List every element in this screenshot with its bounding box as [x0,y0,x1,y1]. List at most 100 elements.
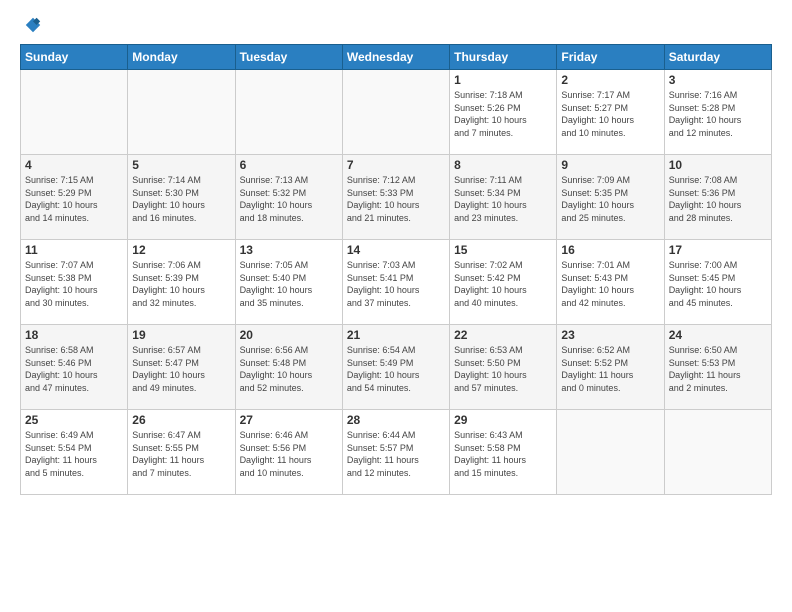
day-info: Sunrise: 7:16 AM Sunset: 5:28 PM Dayligh… [669,89,767,139]
day-number: 10 [669,158,767,172]
day-number: 8 [454,158,552,172]
col-thursday: Thursday [450,45,557,70]
day-info: Sunrise: 7:02 AM Sunset: 5:42 PM Dayligh… [454,259,552,309]
day-number: 4 [25,158,123,172]
day-number: 23 [561,328,659,342]
calendar-cell [128,70,235,155]
day-number: 13 [240,243,338,257]
day-info: Sunrise: 7:01 AM Sunset: 5:43 PM Dayligh… [561,259,659,309]
day-number: 19 [132,328,230,342]
day-info: Sunrise: 6:49 AM Sunset: 5:54 PM Dayligh… [25,429,123,479]
day-info: Sunrise: 7:12 AM Sunset: 5:33 PM Dayligh… [347,174,445,224]
day-number: 11 [25,243,123,257]
day-info: Sunrise: 7:17 AM Sunset: 5:27 PM Dayligh… [561,89,659,139]
day-number: 26 [132,413,230,427]
week-row-3: 11Sunrise: 7:07 AM Sunset: 5:38 PM Dayli… [21,240,772,325]
calendar-cell: 2 Sunrise: 7:17 AM Sunset: 5:27 PM Daylig… [557,70,664,155]
calendar-cell: 18 Sunrise: 6:58 AM Sunset: 5:46 PM Dayli… [21,325,128,410]
day-number: 20 [240,328,338,342]
day-info: Sunrise: 7:14 AM Sunset: 5:30 PM Dayligh… [132,174,230,224]
logo-icon [24,16,42,34]
day-number: 15 [454,243,552,257]
day-number: 9 [561,158,659,172]
day-info: Sunrise: 7:15 AM Sunset: 5:29 PM Dayligh… [25,174,123,224]
calendar-cell: 13 Sunrise: 7:05 AM Sunset: 5:40 PM Dayli… [235,240,342,325]
calendar-cell [235,70,342,155]
calendar-cell: 24 Sunrise: 6:50 AM Sunset: 5:53 PM Dayli… [664,325,771,410]
day-number: 24 [669,328,767,342]
day-number: 1 [454,73,552,87]
day-number: 21 [347,328,445,342]
calendar-cell: 27 Sunrise: 6:46 AM Sunset: 5:56 PM Dayli… [235,410,342,495]
day-number: 14 [347,243,445,257]
calendar-cell: 23Sunrise: 6:52 AM Sunset: 5:52 PM Dayli… [557,325,664,410]
day-info: Sunrise: 6:47 AM Sunset: 5:55 PM Dayligh… [132,429,230,479]
day-info: Sunrise: 6:58 AM Sunset: 5:46 PM Dayligh… [25,344,123,394]
week-row-5: 25 Sunrise: 6:49 AM Sunset: 5:54 PM Dayli… [21,410,772,495]
calendar-cell: 11Sunrise: 7:07 AM Sunset: 5:38 PM Dayli… [21,240,128,325]
calendar-cell: 6Sunrise: 7:13 AM Sunset: 5:32 PM Daylig… [235,155,342,240]
calendar-cell: 16 Sunrise: 7:01 AM Sunset: 5:43 PM Dayli… [557,240,664,325]
day-info: Sunrise: 7:00 AM Sunset: 5:45 PM Dayligh… [669,259,767,309]
col-sunday: Sunday [21,45,128,70]
day-info: Sunrise: 7:03 AM Sunset: 5:41 PM Dayligh… [347,259,445,309]
col-tuesday: Tuesday [235,45,342,70]
calendar-cell: 15 Sunrise: 7:02 AM Sunset: 5:42 PM Dayli… [450,240,557,325]
col-saturday: Saturday [664,45,771,70]
day-info: Sunrise: 7:18 AM Sunset: 5:26 PM Dayligh… [454,89,552,139]
day-info: Sunrise: 7:05 AM Sunset: 5:40 PM Dayligh… [240,259,338,309]
day-info: Sunrise: 7:08 AM Sunset: 5:36 PM Dayligh… [669,174,767,224]
day-info: Sunrise: 7:09 AM Sunset: 5:35 PM Dayligh… [561,174,659,224]
col-friday: Friday [557,45,664,70]
day-number: 25 [25,413,123,427]
day-number: 5 [132,158,230,172]
logo [20,16,42,34]
day-number: 22 [454,328,552,342]
day-number: 7 [347,158,445,172]
day-number: 29 [454,413,552,427]
calendar-cell: 19 Sunrise: 6:57 AM Sunset: 5:47 PM Dayli… [128,325,235,410]
day-info: Sunrise: 6:46 AM Sunset: 5:56 PM Dayligh… [240,429,338,479]
day-info: Sunrise: 7:13 AM Sunset: 5:32 PM Dayligh… [240,174,338,224]
calendar-cell: 25 Sunrise: 6:49 AM Sunset: 5:54 PM Dayli… [21,410,128,495]
calendar-cell: 12Sunrise: 7:06 AM Sunset: 5:39 PM Dayli… [128,240,235,325]
calendar-cell [557,410,664,495]
week-row-4: 18 Sunrise: 6:58 AM Sunset: 5:46 PM Dayli… [21,325,772,410]
day-info: Sunrise: 6:44 AM Sunset: 5:57 PM Dayligh… [347,429,445,479]
calendar-cell: 9 Sunrise: 7:09 AM Sunset: 5:35 PM Daylig… [557,155,664,240]
calendar-cell [664,410,771,495]
calendar-cell: 3 Sunrise: 7:16 AM Sunset: 5:28 PM Daylig… [664,70,771,155]
calendar-cell [342,70,449,155]
col-monday: Monday [128,45,235,70]
header [20,16,772,34]
day-number: 16 [561,243,659,257]
day-info: Sunrise: 6:54 AM Sunset: 5:49 PM Dayligh… [347,344,445,394]
calendar-cell: 22 Sunrise: 6:53 AM Sunset: 5:50 PM Dayli… [450,325,557,410]
day-info: Sunrise: 6:53 AM Sunset: 5:50 PM Dayligh… [454,344,552,394]
calendar-cell: 29Sunrise: 6:43 AM Sunset: 5:58 PM Dayli… [450,410,557,495]
day-info: Sunrise: 7:11 AM Sunset: 5:34 PM Dayligh… [454,174,552,224]
day-info: Sunrise: 6:56 AM Sunset: 5:48 PM Dayligh… [240,344,338,394]
calendar-cell: 5 Sunrise: 7:14 AM Sunset: 5:30 PM Daylig… [128,155,235,240]
day-number: 18 [25,328,123,342]
day-info: Sunrise: 6:50 AM Sunset: 5:53 PM Dayligh… [669,344,767,394]
calendar-cell: 17Sunrise: 7:00 AM Sunset: 5:45 PM Dayli… [664,240,771,325]
header-row: Sunday Monday Tuesday Wednesday Thursday… [21,45,772,70]
calendar-cell [21,70,128,155]
day-number: 28 [347,413,445,427]
day-info: Sunrise: 6:57 AM Sunset: 5:47 PM Dayligh… [132,344,230,394]
day-number: 12 [132,243,230,257]
page: Sunday Monday Tuesday Wednesday Thursday… [0,0,792,612]
calendar-cell: 28 Sunrise: 6:44 AM Sunset: 5:57 PM Dayli… [342,410,449,495]
calendar-cell: 8 Sunrise: 7:11 AM Sunset: 5:34 PM Daylig… [450,155,557,240]
calendar-cell: 20 Sunrise: 6:56 AM Sunset: 5:48 PM Dayli… [235,325,342,410]
day-number: 3 [669,73,767,87]
day-number: 27 [240,413,338,427]
calendar-cell: 26 Sunrise: 6:47 AM Sunset: 5:55 PM Dayli… [128,410,235,495]
calendar-cell: 21 Sunrise: 6:54 AM Sunset: 5:49 PM Dayli… [342,325,449,410]
day-number: 2 [561,73,659,87]
week-row-2: 4 Sunrise: 7:15 AM Sunset: 5:29 PM Daylig… [21,155,772,240]
calendar-cell: 4 Sunrise: 7:15 AM Sunset: 5:29 PM Daylig… [21,155,128,240]
week-row-1: 1 Sunrise: 7:18 AM Sunset: 5:26 PM Daylig… [21,70,772,155]
calendar-cell: 7 Sunrise: 7:12 AM Sunset: 5:33 PM Daylig… [342,155,449,240]
